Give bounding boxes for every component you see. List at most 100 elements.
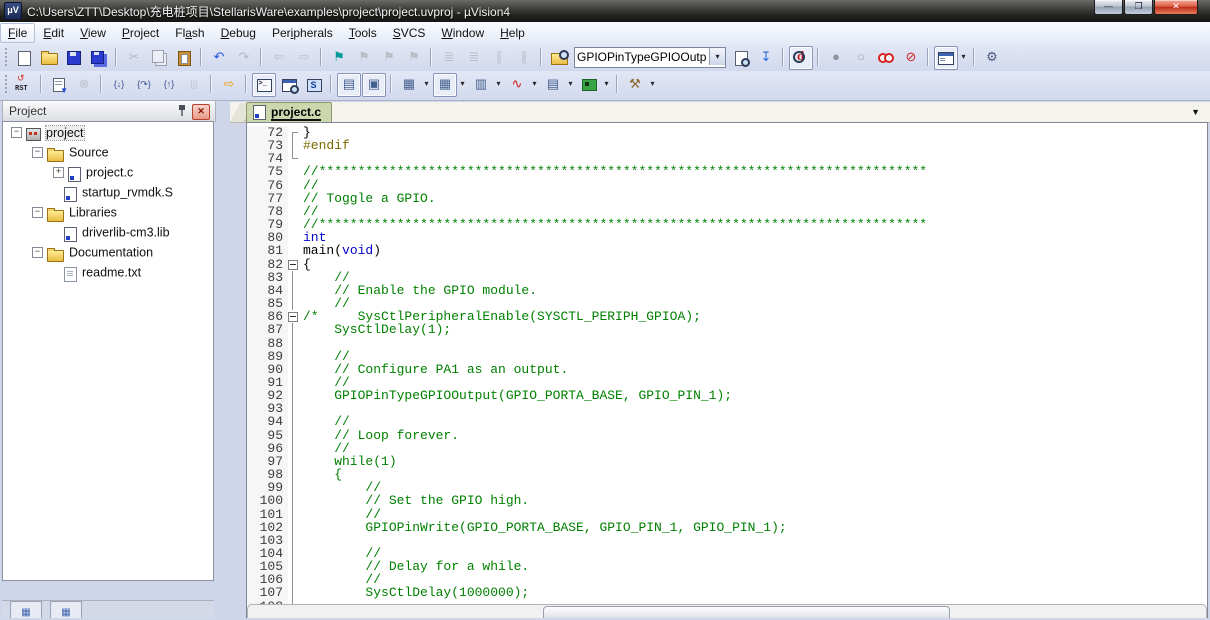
fold-collapse-icon[interactable] <box>288 259 298 270</box>
step-out-button[interactable]: {↑} <box>157 73 181 97</box>
show-next-statement-button[interactable]: ⇨ <box>217 73 241 97</box>
tree-item-documentation[interactable]: − Documentation <box>3 242 213 262</box>
panel-close-icon[interactable]: ✕ <box>192 104 210 120</box>
toggle-bookmark-button[interactable]: ⚑ <box>327 46 351 70</box>
comment-button[interactable]: ∥ <box>487 46 511 70</box>
command-window-button[interactable] <box>252 73 276 97</box>
collapse-icon[interactable]: − <box>32 147 43 159</box>
disassembly-window-button[interactable] <box>277 73 301 97</box>
analysis-window-button-dropdown-icon[interactable]: ▾ <box>529 73 540 95</box>
tree-item-readme[interactable]: readme.txt <box>3 262 213 283</box>
menu-window[interactable]: Window <box>433 23 492 43</box>
symbols-window-button[interactable] <box>302 73 326 97</box>
memory-window-button-dropdown-icon[interactable]: ▾ <box>457 73 468 95</box>
fold-margin[interactable] <box>288 258 303 271</box>
close-button[interactable]: ✕ <box>1154 0 1198 15</box>
watch-window-button[interactable]: ▦ <box>397 73 421 97</box>
clear-bookmarks-button[interactable]: ⚑ <box>402 46 426 70</box>
tree-item-source[interactable]: − Source <box>3 142 213 162</box>
open-file-button[interactable] <box>37 46 61 70</box>
collapse-icon[interactable]: − <box>32 207 43 219</box>
new-file-button[interactable] <box>12 46 36 70</box>
tab-list-dropdown-icon[interactable]: ▼ <box>1191 107 1200 117</box>
indent-button[interactable]: ≣ <box>462 46 486 70</box>
search-combo-input[interactable] <box>575 48 709 66</box>
memory-window-button[interactable]: ▦ <box>433 73 457 97</box>
window-layout-button-dropdown-icon[interactable]: ▾ <box>958 46 969 68</box>
system-viewer-button-dropdown-icon[interactable]: ▾ <box>601 73 612 95</box>
menu-flash[interactable]: Flash <box>167 23 212 43</box>
redo-button[interactable]: ↷ <box>232 46 256 70</box>
save-button[interactable] <box>62 46 86 70</box>
tab-project-c[interactable]: project.c <box>246 102 333 122</box>
analysis-window-button[interactable]: ∿ <box>505 73 529 97</box>
collapse-icon[interactable]: − <box>32 247 43 259</box>
horizontal-scrollbar[interactable] <box>247 604 1207 618</box>
workspace-tab-books[interactable]: ▦ <box>50 601 82 618</box>
callstack-window-button[interactable]: ▣ <box>362 73 386 97</box>
uncomment-button[interactable]: ∦ <box>512 46 536 70</box>
system-viewer-button[interactable] <box>577 73 601 97</box>
disable-breakpoints-button[interactable]: ⊘ <box>899 46 923 70</box>
menu-tools[interactable]: Tools <box>341 23 385 43</box>
next-bookmark-button[interactable]: ⚑ <box>377 46 401 70</box>
search-button[interactable] <box>729 46 753 70</box>
toolbox-button[interactable]: ⚒ <box>623 73 647 97</box>
panel-splitter[interactable] <box>214 100 230 617</box>
insert-breakpoint-button[interactable]: ● <box>824 46 848 70</box>
window-layout-button[interactable] <box>934 46 958 70</box>
save-all-button[interactable] <box>87 46 111 70</box>
enable-breakpoint-button[interactable]: ○ <box>849 46 873 70</box>
menu-debug[interactable]: Debug <box>213 23 264 43</box>
search-combo-dropdown-icon[interactable]: ▾ <box>709 48 725 65</box>
fold-margin[interactable] <box>288 310 303 323</box>
run-button[interactable] <box>47 73 71 97</box>
unindent-button[interactable]: ≣ <box>437 46 461 70</box>
find-in-files-button[interactable] <box>547 46 571 70</box>
collapse-icon[interactable]: − <box>11 127 22 139</box>
tree-item-driverlib[interactable]: driverlib-cm3.lib <box>3 222 213 243</box>
menu-file[interactable]: File <box>0 23 36 43</box>
start-stop-debug-button[interactable] <box>789 46 813 70</box>
previous-bookmark-button[interactable]: ⚑ <box>352 46 376 70</box>
step-over-button[interactable]: {↷} <box>132 73 156 97</box>
watch-window-button-dropdown-icon[interactable]: ▾ <box>421 73 432 95</box>
menu-help[interactable]: Help <box>492 23 533 43</box>
undo-button[interactable]: ↶ <box>207 46 231 70</box>
minimize-button[interactable]: — <box>1094 0 1123 15</box>
search-combo[interactable]: ▾ <box>574 47 726 68</box>
project-tree[interactable]: − project − Source + project.c startup_rvmdk.S… <box>2 121 214 581</box>
menu-view[interactable]: View <box>72 23 114 43</box>
incremental-find-button[interactable]: ↧ <box>754 46 778 70</box>
kill-breakpoints-button[interactable] <box>874 46 898 70</box>
pin-icon[interactable] <box>175 104 189 118</box>
paste-button[interactable] <box>172 46 196 70</box>
run-to-cursor-button[interactable]: {|} <box>182 73 206 97</box>
navigate-forward-button[interactable]: ⇨ <box>292 46 316 70</box>
copy-button[interactable] <box>147 46 171 70</box>
serial-window-button-dropdown-icon[interactable]: ▾ <box>493 73 504 95</box>
code-editor[interactable]: 72} 73 #endif 74 75//***********************… <box>246 122 1208 618</box>
trace-window-button[interactable]: ▤ <box>541 73 565 97</box>
trace-window-button-dropdown-icon[interactable]: ▾ <box>565 73 576 95</box>
menu-edit[interactable]: Edit <box>35 23 72 43</box>
cut-button[interactable]: ✂ <box>122 46 146 70</box>
tree-item-project[interactable]: − project <box>3 122 213 142</box>
configure-button[interactable]: ⚙ <box>980 46 1004 70</box>
workspace-tab-project[interactable]: ▦ <box>10 601 42 618</box>
toolbox-button-dropdown-icon[interactable]: ▾ <box>647 73 658 95</box>
maximize-button[interactable]: ❐ <box>1124 0 1153 15</box>
tree-item-libraries[interactable]: − Libraries <box>3 202 213 222</box>
step-button[interactable]: {↓} <box>107 73 131 97</box>
stop-button[interactable]: ⊗ <box>72 73 96 97</box>
tree-item-project-c[interactable]: + project.c <box>3 162 213 183</box>
tree-item-startup[interactable]: startup_rvmdk.S <box>3 182 213 203</box>
expand-icon[interactable]: + <box>53 167 64 179</box>
serial-window-button[interactable]: ▥ <box>469 73 493 97</box>
menu-svcs[interactable]: SVCS <box>385 23 434 43</box>
registers-window-button[interactable]: ▤ <box>337 73 361 97</box>
scrollbar-thumb[interactable] <box>543 606 950 618</box>
navigate-back-button[interactable]: ⇦ <box>267 46 291 70</box>
reset-button[interactable] <box>12 73 36 97</box>
menu-project[interactable]: Project <box>114 23 167 43</box>
